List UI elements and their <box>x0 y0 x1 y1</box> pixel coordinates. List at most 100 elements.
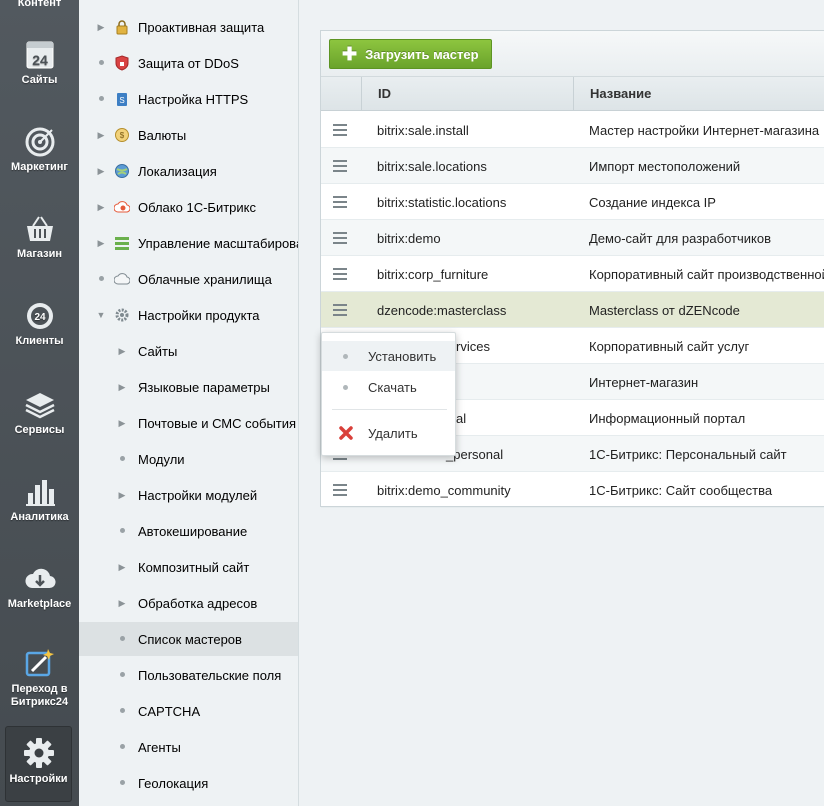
triangle-right-icon[interactable]: ▶ <box>96 130 106 141</box>
triangle-down-icon[interactable]: ▼ <box>96 310 106 320</box>
row-menu-icon[interactable] <box>333 304 347 316</box>
cloud-bitrix-icon <box>114 201 130 213</box>
cell-name: Masterclass от dZENcode <box>589 303 740 318</box>
menu-item-label: Удалить <box>368 426 418 441</box>
tree-item-9[interactable]: ▼ Настройки продукта <box>79 298 298 332</box>
left-panel-item-marketing[interactable]: Маркетинг <box>0 127 79 174</box>
tree-item-4[interactable]: ▶ $ Валюты <box>79 118 298 152</box>
tree-item-21[interactable]: Агенты <box>79 730 298 764</box>
tree-item-1[interactable]: ▶ Проактивная защита <box>79 10 298 44</box>
table-row[interactable]: bitrix:sale.install Мастер настройки Инте… <box>321 112 824 148</box>
lock-icon <box>116 20 128 35</box>
triangle-right-icon[interactable]: ▶ <box>117 418 127 429</box>
tree-item-12[interactable]: ▶ Почтовые и СМС события <box>79 406 298 440</box>
triangle-right-icon[interactable]: ▶ <box>117 562 127 573</box>
tree-item-22[interactable]: Геолокация <box>79 766 298 800</box>
cell-name: Корпоративный сайт производственной <box>589 267 824 282</box>
bullet-icon <box>117 670 127 679</box>
bullet-icon <box>96 58 106 67</box>
tree-item-13[interactable]: Модули <box>79 442 298 476</box>
tree-item-5[interactable]: ▶ Локализация <box>79 154 298 188</box>
svg-text:24: 24 <box>32 52 48 68</box>
menu-separator <box>332 409 447 410</box>
globe-icon <box>115 164 129 178</box>
table-row[interactable]: bitrix:statistic.locations Создание индек… <box>321 184 824 220</box>
target-icon <box>25 127 54 157</box>
left-panel-item-content[interactable]: Контент <box>0 0 79 9</box>
left-panel-label: Сайты <box>21 74 58 86</box>
tree-item-19[interactable]: Пользовательские поля <box>79 658 298 692</box>
menu-item-install[interactable]: Установить <box>322 341 455 371</box>
row-menu-icon[interactable] <box>333 484 347 496</box>
gear-icon <box>23 738 54 768</box>
row-menu-icon[interactable] <box>333 196 347 208</box>
bullet-icon <box>117 454 127 463</box>
left-panel-item-marketplace[interactable]: Marketplace <box>0 564 79 611</box>
triangle-right-icon[interactable]: ▶ <box>117 490 127 501</box>
tree-item-17[interactable]: ▶ Обработка адресов <box>79 586 298 620</box>
tree-item-20[interactable]: CAPTCHA <box>79 694 298 728</box>
tree-item-14[interactable]: ▶ Настройки модулей <box>79 478 298 512</box>
row-menu-icon[interactable] <box>333 268 347 280</box>
table-row[interactable]: bitrix:demo_community 1С-Битрикс: Сайт со… <box>321 472 824 508</box>
cell-name: Создание индекса IP <box>589 195 716 210</box>
column-header-name[interactable]: Название <box>573 77 824 111</box>
cell-name: Мастер настройки Интернет-магазина <box>589 123 820 138</box>
triangle-right-icon[interactable]: ▶ <box>117 382 127 393</box>
tree-item-6[interactable]: ▶ Облако 1С-Битрикс <box>79 190 298 224</box>
settings-tree-menu: ▶ Проактивная защита Защита от DDoS S Настро… <box>79 0 299 806</box>
column-header-id[interactable]: ID <box>361 77 573 111</box>
triangle-right-icon[interactable]: ▶ <box>96 202 106 213</box>
row-menu-icon[interactable] <box>333 124 347 136</box>
tree-item-label: Агенты <box>138 740 181 755</box>
tree-item-8[interactable]: Облачные хранилища <box>79 262 298 296</box>
tree-item-15[interactable]: Автокеширование <box>79 514 298 548</box>
left-panel-label: Аналитика <box>10 511 69 523</box>
triangle-right-icon[interactable]: ▶ <box>96 22 106 33</box>
cell-name: 1С-Битрикс: Персональный сайт <box>589 447 787 462</box>
left-panel-item-analytics[interactable]: Аналитика <box>0 477 79 524</box>
svg-text:24: 24 <box>34 312 46 323</box>
tree-item-label: Обработка адресов <box>138 596 258 611</box>
menu-item-delete[interactable]: Удалить <box>322 418 455 448</box>
triangle-right-icon[interactable]: ▶ <box>117 598 127 609</box>
table-row[interactable]: bitrix:sale.locations Импорт местоположен… <box>321 148 824 184</box>
tree-item-7[interactable]: ▶ Управление масштабирова <box>79 226 298 260</box>
tree-item-18[interactable]: Список мастеров <box>79 622 298 656</box>
scale-icon <box>115 237 129 250</box>
left-panel-label: Настройки <box>9 773 68 785</box>
tree-item-16[interactable]: ▶ Композитный сайт <box>79 550 298 584</box>
tree-item-2[interactable]: Защита от DDoS <box>79 46 298 80</box>
table-row[interactable]: bitrix:demo Демо-сайт для разработчиков <box>321 220 824 256</box>
left-panel-item-settings[interactable]: Настройки <box>5 726 72 802</box>
bullet-icon <box>96 274 106 283</box>
left-panel-item-clients[interactable]: 24 Клиенты <box>0 301 79 348</box>
left-panel-item-bitrix24[interactable]: Переход в Битрикс24 <box>0 647 79 709</box>
tree-item-label: Список мастеров <box>138 632 242 647</box>
triangle-right-icon[interactable]: ▶ <box>96 166 106 177</box>
currency-icon: $ <box>115 128 129 142</box>
left-panel-item-sites[interactable]: 24 Сайты <box>0 40 79 87</box>
tree-item-11[interactable]: ▶ Языковые параметры <box>79 370 298 404</box>
row-menu-icon[interactable] <box>333 160 347 172</box>
left-panel-item-services[interactable]: Сервисы <box>0 390 79 437</box>
tree-item-3[interactable]: S Настройка HTTPS <box>79 82 298 116</box>
bullet-icon <box>96 94 106 103</box>
triangle-right-icon[interactable]: ▶ <box>96 238 106 249</box>
cell-id: rvices <box>456 339 490 354</box>
row-menu-icon[interactable] <box>333 232 347 244</box>
left-panel-label: Сервисы <box>14 424 65 436</box>
cell-id: bitrix:sale.install <box>377 123 469 138</box>
table-row[interactable]: dzencode:masterclass Masterclass от dZENc… <box>321 292 824 328</box>
triangle-right-icon[interactable]: ▶ <box>117 346 127 357</box>
menu-item-download[interactable]: Скачать <box>322 372 455 402</box>
grid-toolbar: ✚ Загрузить мастер <box>321 31 824 77</box>
table-row[interactable]: bitrix:corp_furniture Корпоративный сайт … <box>321 256 824 292</box>
upload-master-button[interactable]: ✚ Загрузить мастер <box>329 39 492 69</box>
svg-text:$: $ <box>120 131 125 140</box>
left-panel-item-shop[interactable]: Магазин <box>0 214 79 261</box>
analytics-icon <box>25 480 55 506</box>
tree-item-10[interactable]: ▶ Сайты <box>79 334 298 368</box>
svg-text:S: S <box>119 96 124 105</box>
tree-item-label: Настройки продукта <box>138 308 260 323</box>
